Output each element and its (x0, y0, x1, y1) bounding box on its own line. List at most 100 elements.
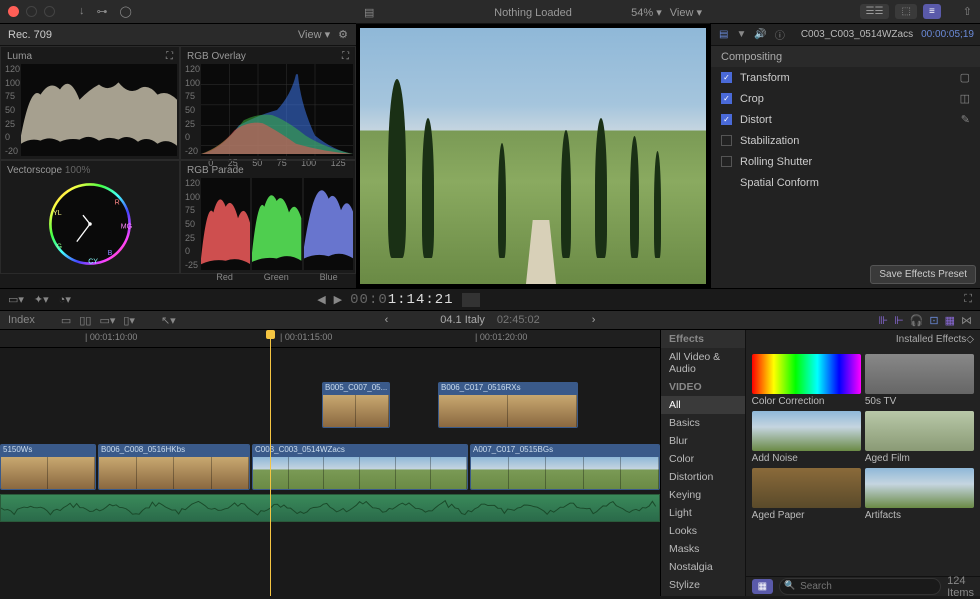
library-icon[interactable]: ▤ (364, 6, 374, 19)
inspector-row-stabilization[interactable]: Stabilization (711, 130, 980, 151)
timeline-ruler[interactable]: | 00:01:10:00| 00:01:15:00| 00:01:20:00 (0, 330, 660, 348)
effect-thumbnail (752, 354, 861, 394)
transitions-browser-icon[interactable]: ⋈ (961, 314, 972, 327)
clip-appearance-4-icon[interactable]: ▯▾ (123, 314, 135, 327)
minimize-window-icon[interactable] (26, 6, 37, 17)
effects-search-input[interactable] (779, 578, 941, 595)
clip-appearance-2-icon[interactable]: ▯▯ (79, 314, 91, 327)
inspector-row-transform[interactable]: ✓Transform▢ (711, 67, 980, 88)
compositing-header[interactable]: Compositing (711, 46, 980, 67)
effects-category-all[interactable]: All (661, 396, 745, 414)
effect--s-tv[interactable]: 50s TV (865, 354, 974, 407)
effects-browser: Effects All Video & AudioVIDEOAllBasicsB… (660, 330, 980, 596)
clip-label: A007_C017_0515BGs (471, 445, 659, 457)
row-action-icon[interactable]: ◫ (960, 92, 970, 105)
zoom-menu[interactable]: 54% ▾ (631, 6, 662, 19)
effects-category-video: VIDEO (661, 378, 745, 396)
timecode-display[interactable]: 00:01:14:21 (350, 292, 453, 308)
effects-category-masks[interactable]: Masks (661, 540, 745, 558)
effects-browser-icon[interactable]: ▦ (945, 314, 955, 327)
playhead[interactable] (270, 330, 271, 596)
primary-clip[interactable]: B006_C008_0516HKbs (98, 444, 250, 490)
import-icon[interactable]: ↓ (79, 5, 85, 18)
effects-category-looks[interactable]: Looks (661, 522, 745, 540)
effect-add-noise[interactable]: Add Noise (752, 411, 861, 464)
effects-category-nostalgia[interactable]: Nostalgia (661, 558, 745, 576)
timeline[interactable]: | 00:01:10:00| 00:01:15:00| 00:01:20:00 … (0, 330, 660, 596)
appearance-menu-icon[interactable]: ▭▾ (8, 293, 24, 306)
checkbox[interactable]: ✓ (721, 93, 732, 104)
svg-text:R: R (115, 200, 120, 207)
close-window-icon[interactable] (8, 6, 19, 17)
effect-label: Aged Paper (752, 510, 861, 521)
audio-clip[interactable] (0, 494, 660, 522)
row-action-icon[interactable]: ✎ (961, 113, 970, 126)
effects-category-blur[interactable]: Blur (661, 432, 745, 450)
retime-menu-icon[interactable]: ◔▾ (59, 293, 71, 306)
primary-clip[interactable]: A007_C017_0515BGs (470, 444, 660, 490)
maximize-window-icon[interactable] (44, 6, 55, 17)
fullscreen-icon[interactable]: ⛶ (964, 293, 972, 306)
prev-frame-icon[interactable]: ◀ (317, 293, 325, 306)
effects-menu-icon[interactable]: ✦▾ (34, 293, 49, 306)
ruler-tick: | 00:01:20:00 (475, 332, 527, 342)
effect-artifacts[interactable]: Artifacts (865, 468, 974, 521)
timeline-prev-icon[interactable]: ‹ (385, 314, 389, 326)
clip-appearance-1-icon[interactable]: ▭ (61, 314, 71, 327)
connected-clip[interactable]: B005_C007_05... (322, 382, 390, 428)
effect-aged-paper[interactable]: Aged Paper (752, 468, 861, 521)
effect-color-correction[interactable]: Color Correction (752, 354, 861, 407)
render-icon[interactable]: ◯ (120, 5, 132, 18)
select-tool-icon[interactable]: ↖▾ (161, 314, 176, 327)
checkbox[interactable]: ✓ (721, 72, 732, 83)
view-menu[interactable]: View ▾ (670, 6, 702, 19)
layout-inspector-button[interactable]: ≡ (923, 4, 941, 19)
scopes-settings-icon[interactable]: ⚙ (338, 28, 348, 41)
primary-clip[interactable]: 5150Ws (0, 444, 96, 490)
audio-skimming-icon[interactable]: ⊩ (894, 314, 904, 327)
viewer-canvas[interactable] (356, 24, 710, 288)
effect-aged-film[interactable]: Aged Film (865, 411, 974, 464)
effects-category-all-video-audio[interactable]: All Video & Audio (661, 348, 745, 378)
layout-browser-button[interactable]: ☰☰ (860, 4, 890, 19)
inspector-row-distort[interactable]: ✓Distort✎ (711, 109, 980, 130)
clip-label: B006_C008_0516HKbs (99, 445, 249, 457)
effects-view-toggle[interactable]: ▦ (752, 579, 773, 594)
layout-timeline-button[interactable]: ⬚ (895, 4, 916, 19)
checkbox[interactable] (721, 135, 732, 146)
connected-clip[interactable]: B006_C017_0516RXs (438, 382, 578, 428)
effects-category-color[interactable]: Color (661, 450, 745, 468)
solo-icon[interactable]: 🎧 (910, 314, 924, 327)
effects-category-distortion[interactable]: Distortion (661, 468, 745, 486)
effect-thumbnail (865, 354, 974, 394)
effects-category-keying[interactable]: Keying (661, 486, 745, 504)
installed-effects-menu[interactable]: Installed Effects◇ (896, 334, 974, 345)
inspector-row-crop[interactable]: ✓Crop◫ (711, 88, 980, 109)
share-icon[interactable]: ⇧ (963, 5, 972, 18)
primary-clip[interactable]: C003_C003_0514WZacs (252, 444, 468, 490)
inspector-row-spatial-conform[interactable]: Spatial Conform (711, 172, 980, 193)
generator-tab-icon[interactable]: ▼ (736, 29, 746, 40)
audio-tab-icon[interactable]: 🔊 (754, 29, 766, 40)
play-icon[interactable]: ▶ (334, 293, 342, 306)
skimming-icon[interactable]: ⊪ (878, 314, 888, 327)
expand-icon[interactable]: ⛶ (166, 51, 173, 62)
row-action-icon[interactable]: ▢ (960, 71, 970, 84)
index-button[interactable]: Index (8, 314, 35, 326)
scopes-view-menu[interactable]: View ▾ (298, 28, 330, 41)
snapping-icon[interactable]: ⊡ (929, 314, 938, 327)
expand-icon[interactable]: ⛶ (342, 51, 349, 62)
info-tab-icon[interactable]: ⓘ (775, 27, 785, 42)
clip-appearance-3-icon[interactable]: ▭▾ (99, 314, 115, 327)
effects-category-basics[interactable]: Basics (661, 414, 745, 432)
video-tab-icon[interactable]: ▤ (719, 29, 728, 40)
checkbox[interactable]: ✓ (721, 114, 732, 125)
keyword-icon[interactable]: ⊶ (97, 5, 108, 18)
effects-category-stylize[interactable]: Stylize (661, 576, 745, 594)
inspector-row-rolling-shutter[interactable]: Rolling Shutter (711, 151, 980, 172)
timeline-next-icon[interactable]: › (592, 314, 596, 326)
effects-category-light[interactable]: Light (661, 504, 745, 522)
checkbox[interactable] (721, 156, 732, 167)
titlebar-right: ☰☰ ⬚ ≡ ⇧ (860, 4, 972, 19)
save-effects-preset-button[interactable]: Save Effects Preset (870, 265, 976, 284)
